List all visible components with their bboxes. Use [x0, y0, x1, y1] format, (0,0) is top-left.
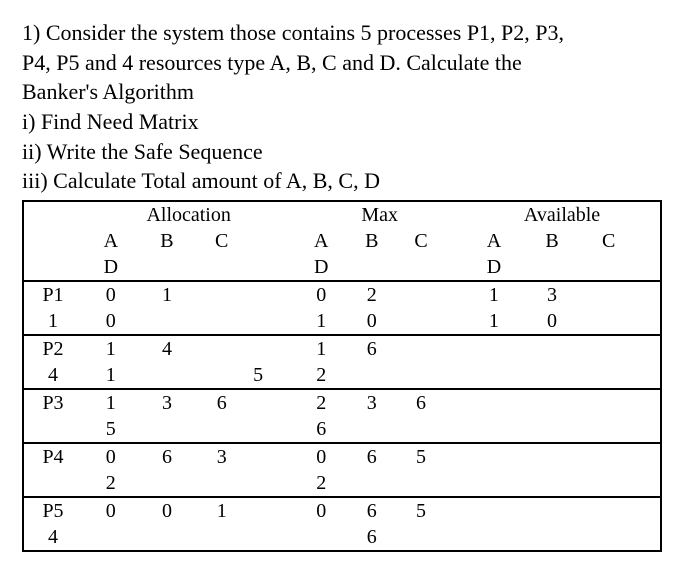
cell: 3	[140, 389, 195, 416]
cell: 1	[194, 497, 249, 524]
cell: 0	[140, 497, 195, 524]
cell: 1	[82, 389, 140, 416]
col-avail-B: B	[524, 228, 581, 254]
cell: 3	[524, 281, 581, 308]
cell: 0	[295, 281, 347, 308]
q-line-1: 1) Consider the system those contains 5 …	[22, 18, 678, 48]
table-row: P5 0 0 1 0 6 5	[23, 497, 661, 524]
col-avail-A: A	[464, 228, 524, 254]
cell: 6	[347, 524, 396, 551]
q-part-3: iii) Calculate Total amount of A, B, C, …	[22, 166, 678, 196]
cell: 1	[82, 335, 140, 362]
col-alloc-A: A	[82, 228, 140, 254]
cell: 6	[396, 389, 445, 416]
cell: 2	[295, 470, 347, 497]
cell: 1	[140, 281, 195, 308]
proc-label: P3	[23, 389, 82, 416]
cell: 2	[82, 470, 140, 497]
table-row: 1 0 1 0 1 0	[23, 308, 661, 335]
cell: 3	[347, 389, 396, 416]
cell: 2	[347, 281, 396, 308]
q-line-2: P4, P5 and 4 resources type A, B, C and …	[22, 48, 678, 78]
cell: 1	[23, 308, 82, 335]
col-alloc-B: B	[140, 228, 195, 254]
table-row: P1 0 1 0 2 1 3	[23, 281, 661, 308]
cell: 0	[295, 497, 347, 524]
header-max: Max	[295, 201, 464, 228]
col-avail-D: D	[464, 254, 524, 281]
column-header-row-1: A B C A B C A B C	[23, 228, 661, 254]
cell: 4	[140, 335, 195, 362]
cell: 5	[249, 362, 295, 389]
cell: 1	[82, 362, 140, 389]
cell: 0	[295, 443, 347, 470]
cell: 1	[295, 308, 347, 335]
col-avail-C: C	[580, 228, 637, 254]
table-row: P2 1 4 1 6	[23, 335, 661, 362]
col-max-D: D	[295, 254, 347, 281]
cell: 2	[295, 362, 347, 389]
question-text: 1) Consider the system those contains 5 …	[22, 18, 678, 196]
proc-label: P5	[23, 497, 82, 524]
q-part-1: i) Find Need Matrix	[22, 107, 678, 137]
cell: 1	[464, 281, 524, 308]
q-part-2: ii) Write the Safe Sequence	[22, 137, 678, 167]
cell: 6	[347, 497, 396, 524]
proc-label: P4	[23, 443, 82, 470]
cell: 0	[347, 308, 396, 335]
table-row: 4 6	[23, 524, 661, 551]
cell: 5	[82, 416, 140, 443]
table-row: P3 1 3 6 2 3 6	[23, 389, 661, 416]
table-row: P4 0 6 3 0 6 5	[23, 443, 661, 470]
cell: 0	[524, 308, 581, 335]
table-row: 2 2	[23, 470, 661, 497]
cell: 5	[396, 497, 445, 524]
cell: 4	[23, 524, 82, 551]
col-max-A: A	[295, 228, 347, 254]
cell: 6	[347, 443, 396, 470]
cell: 6	[140, 443, 195, 470]
cell: 6	[295, 416, 347, 443]
table-row: 5 6	[23, 416, 661, 443]
section-header-row: Allocation Max Available	[23, 201, 661, 228]
cell: 5	[396, 443, 445, 470]
table-row: 4 1 5 2	[23, 362, 661, 389]
cell: 6	[347, 335, 396, 362]
col-alloc-C: C	[194, 228, 249, 254]
proc-label: P2	[23, 335, 82, 362]
bankers-table: Allocation Max Available A B C A B C A B…	[22, 200, 662, 552]
cell: 0	[82, 443, 140, 470]
cell: 1	[295, 335, 347, 362]
cell: 1	[464, 308, 524, 335]
cell: 0	[82, 497, 140, 524]
column-header-row-2: D D D	[23, 254, 661, 281]
col-max-C: C	[396, 228, 445, 254]
cell: 0	[82, 281, 140, 308]
q-line-3: Banker's Algorithm	[22, 77, 678, 107]
cell: 4	[23, 362, 82, 389]
header-available: Available	[464, 201, 661, 228]
col-alloc-D: D	[82, 254, 140, 281]
proc-label: P1	[23, 281, 82, 308]
header-allocation: Allocation	[82, 201, 295, 228]
col-max-B: B	[347, 228, 396, 254]
cell: 3	[194, 443, 249, 470]
cell: 2	[295, 389, 347, 416]
cell: 6	[194, 389, 249, 416]
cell: 0	[82, 308, 140, 335]
